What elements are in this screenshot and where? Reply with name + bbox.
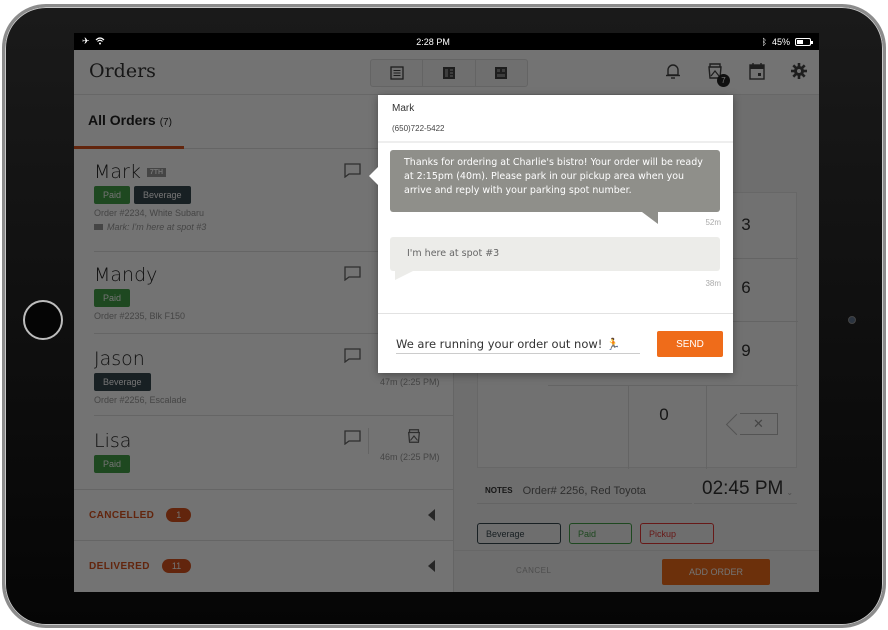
popover-header: Mark (650)722-5422 <box>378 95 733 143</box>
message-age: 38m <box>705 279 721 288</box>
wifi-icon <box>95 36 105 47</box>
send-button[interactable]: SEND <box>657 331 723 357</box>
bluetooth-icon: ᛒ <box>761 36 767 47</box>
message-popover: Mark (650)722-5422 Thanks for ordering a… <box>369 95 733 373</box>
front-camera <box>848 316 856 324</box>
compose-area: SEND <box>378 313 733 373</box>
battery-percent: 45% <box>771 36 790 47</box>
contact-phone: (650)722-5422 <box>392 124 445 133</box>
home-button[interactable] <box>23 300 63 340</box>
contact-name: Mark <box>392 103 415 114</box>
outgoing-message: Thanks for ordering at Charlie's bistro!… <box>390 150 720 224</box>
message-age: 52m <box>705 218 721 227</box>
screen: ✈ 2:28 PM ᛒ 45% Orders <box>74 33 819 592</box>
clock: 2:28 PM <box>416 36 450 47</box>
battery-icon <box>795 37 813 46</box>
incoming-message: I'm here at spot #3 <box>390 237 720 280</box>
message-input[interactable] <box>396 334 640 354</box>
airplane-icon: ✈ <box>82 36 90 46</box>
status-bar: ✈ 2:28 PM ᛒ 45% <box>74 33 819 50</box>
